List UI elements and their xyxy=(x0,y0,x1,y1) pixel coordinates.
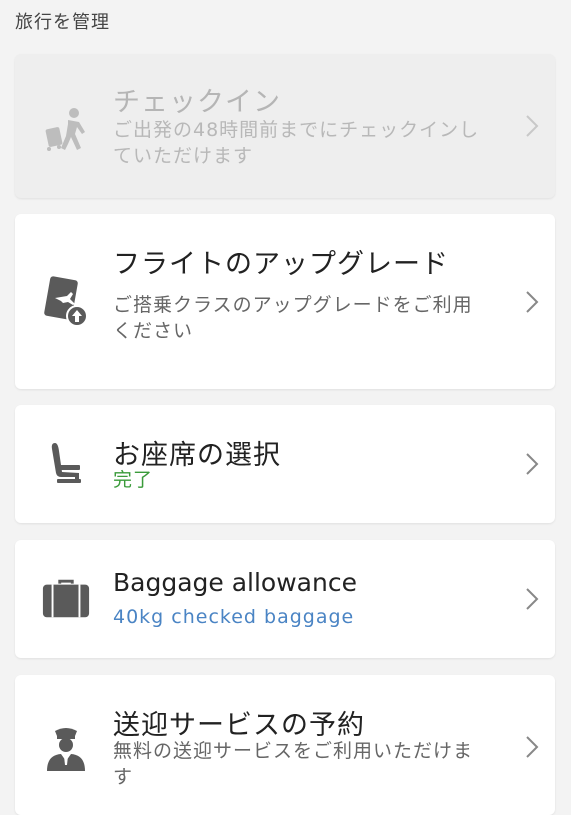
chevron-right-icon xyxy=(526,588,539,610)
upgrade-card[interactable]: フライトのアップグレード ご搭乗クラスのアップグレードをご利用ください xyxy=(15,214,555,389)
chevron-right-icon xyxy=(526,453,539,475)
baggage-subtitle: 40kg checked baggage xyxy=(113,606,355,628)
checkin-subtitle: ご出発の48時間前までにチェックインしていただけます xyxy=(113,119,480,167)
seat-icon xyxy=(41,439,91,489)
suitcase-icon xyxy=(41,574,91,624)
chevron-right-icon xyxy=(526,736,539,758)
checkin-card[interactable]: チェックイン ご出発の48時間前までにチェックインしていただけます xyxy=(15,54,555,198)
section-title: 旅行を管理 xyxy=(15,12,110,33)
chevron-right-icon xyxy=(526,115,539,137)
chauffeur-card[interactable]: 送迎サービスの予約 無料の送迎サービスをご利用いただけます xyxy=(15,675,555,815)
seat-card[interactable]: お座席の選択 完了 xyxy=(15,405,555,523)
traveler-icon xyxy=(41,104,91,154)
baggage-title: Baggage allowance xyxy=(113,568,357,597)
chauffeur-icon xyxy=(41,723,91,773)
chevron-right-icon xyxy=(526,291,539,313)
baggage-card[interactable]: Baggage allowance 40kg checked baggage xyxy=(15,540,555,658)
checkin-title: チェックイン xyxy=(113,87,281,118)
seat-status: 完了 xyxy=(113,469,154,491)
upgrade-title: フライトのアップグレード xyxy=(113,249,449,280)
chauffeur-title: 送迎サービスの予約 xyxy=(113,710,365,741)
upgrade-subtitle: ご搭乗クラスのアップグレードをご利用ください xyxy=(113,294,473,342)
ticket-upgrade-icon xyxy=(41,276,91,327)
chauffeur-subtitle: 無料の送迎サービスをご利用いただけます xyxy=(113,740,474,788)
